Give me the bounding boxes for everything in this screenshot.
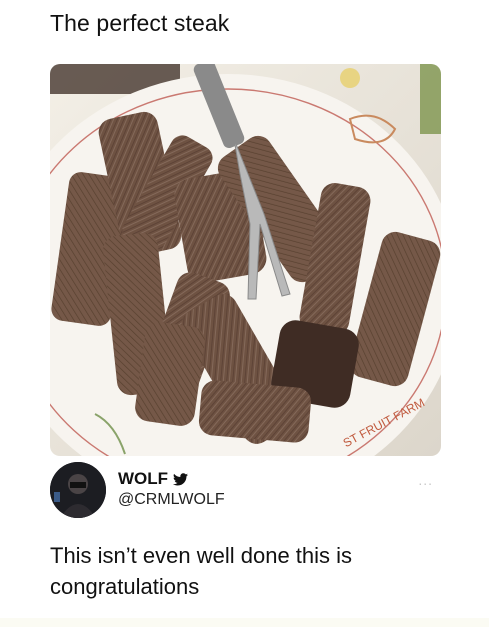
handle[interactable]: @CRMLWOLF	[118, 491, 225, 509]
avatar[interactable]	[50, 462, 106, 518]
steak-photo: ST FRUIT FARM	[50, 64, 441, 456]
display-name[interactable]: WOLF	[118, 469, 168, 489]
twitter-bird-icon	[173, 472, 189, 486]
tweet-text: This isn’t even well done this is congra…	[50, 543, 353, 599]
post-title: The perfect steak	[50, 10, 230, 36]
bottom-strip	[0, 618, 489, 627]
more-dots-icon[interactable]: ...	[418, 472, 433, 488]
tweet-header: WOLF @CRMLWOLF ...	[50, 462, 441, 522]
